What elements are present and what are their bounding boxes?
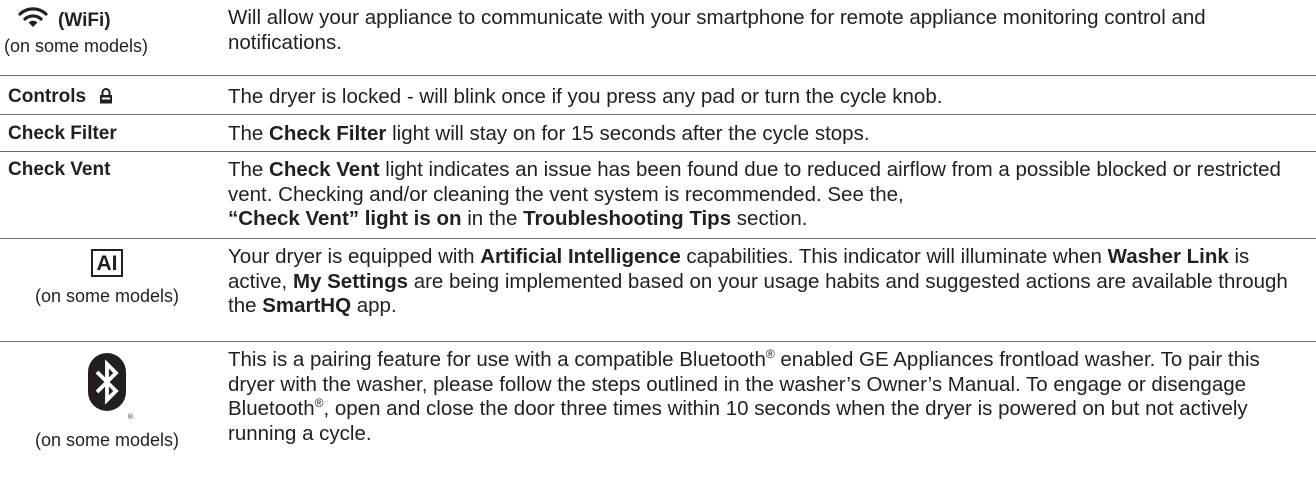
bold-term: Washer Link — [1107, 245, 1229, 268]
text-span: The — [228, 122, 270, 145]
row-description: This is a pairing feature for use with a… — [214, 348, 1316, 503]
registered-mark: ® — [127, 414, 133, 421]
table-row-check-filter: Check Filter The Check Filter light will… — [0, 115, 1316, 152]
on-some-models-note: (on some models) — [34, 286, 180, 306]
bold-term: “Check Vent” light is on — [228, 207, 462, 230]
table-row-ai: AI (on some models) Your dryer is equipp… — [0, 239, 1316, 342]
bold-term: Artificial Intelligence — [480, 245, 681, 268]
bold-term: Check Vent — [269, 158, 380, 181]
text-span: app. — [351, 294, 397, 317]
check-vent-label: Check Vent — [8, 159, 111, 180]
row-label-cell: ® (on some models) — [0, 348, 214, 503]
text-span: This is a pairing feature for use with a… — [228, 348, 766, 371]
on-some-models-note: (on some models) — [34, 430, 180, 450]
table-row-controls: Controls The dryer is locked - will blin… — [0, 76, 1316, 115]
on-some-models-note: (on some models) — [4, 36, 149, 56]
lock-icon — [99, 87, 113, 111]
table-row-wifi: (WiFi) (on some models) Will allow your … — [0, 0, 1316, 76]
row-description: Will allow your appliance to communicate… — [228, 6, 1206, 54]
indicator-table: (WiFi) (on some models) Will allow your … — [0, 0, 1316, 503]
bold-term: Check Filter — [269, 122, 387, 145]
text-span: capabilities. This indicator will illumi… — [680, 245, 1108, 268]
registered-mark: ® — [765, 347, 775, 361]
text-span: Your dryer is equipped with — [228, 245, 481, 268]
wifi-icon — [18, 6, 48, 35]
ai-icon: AI — [91, 249, 123, 277]
table-row-check-vent: Check Vent The Check Vent light indicate… — [0, 152, 1316, 239]
text-span: light will stay on for 15 seconds after … — [386, 122, 870, 145]
bold-term: SmartHQ — [262, 294, 352, 317]
bluetooth-icon: ® — [87, 352, 133, 421]
row-description: The Check Filter light will stay on for … — [214, 122, 1316, 151]
row-label-cell: Controls — [0, 85, 214, 114]
text-span: , open and close the door three times wi… — [228, 397, 1248, 445]
row-label-cell: AI (on some models) — [0, 245, 214, 341]
table-row-bluetooth: ® (on some models) This is a pairing fea… — [0, 342, 1316, 503]
text-span: in the — [461, 207, 524, 230]
row-label-cell: (WiFi) (on some models) — [0, 6, 214, 75]
row-description: The dryer is locked - will blink once if… — [228, 85, 943, 108]
row-description: Your dryer is equipped with Artificial I… — [214, 245, 1316, 341]
row-description: The Check Vent light indicates an issue … — [214, 158, 1316, 238]
controls-label: Controls — [8, 86, 87, 107]
bold-term: Troubleshooting Tips — [523, 207, 732, 230]
check-filter-label: Check Filter — [8, 123, 117, 144]
text-span: light indicates an issue has been found … — [228, 158, 1281, 206]
text-span: The — [228, 158, 270, 181]
wifi-label: (WiFi) — [58, 9, 111, 31]
bold-term: My Settings — [292, 269, 408, 293]
text-span: section. — [731, 207, 808, 230]
